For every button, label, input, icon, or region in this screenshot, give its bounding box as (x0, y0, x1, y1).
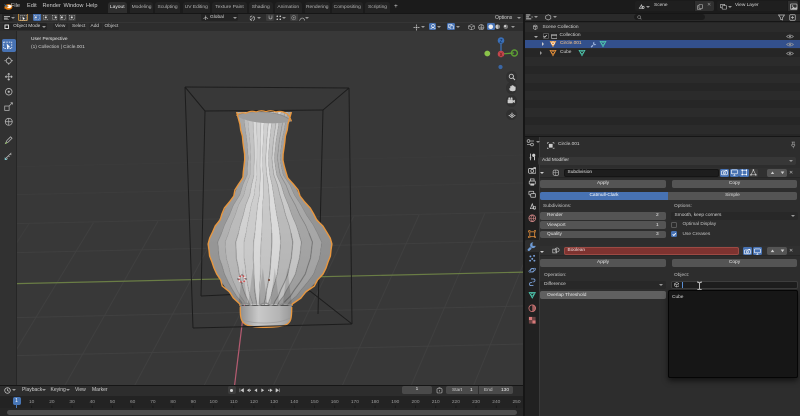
svg-text:60: 60 (130, 399, 136, 405)
svg-text:10: 10 (29, 399, 35, 405)
svg-text:210: 210 (432, 399, 440, 405)
svg-text:150: 150 (310, 399, 318, 405)
svg-text:70: 70 (150, 399, 156, 405)
svg-text:50: 50 (110, 399, 116, 405)
svg-text:190: 190 (391, 399, 399, 405)
svg-text:170: 170 (351, 399, 359, 405)
svg-text:160: 160 (331, 399, 339, 405)
svg-text:230: 230 (472, 399, 480, 405)
svg-text:120: 120 (250, 399, 258, 405)
svg-text:20: 20 (49, 399, 55, 405)
svg-text:80: 80 (170, 399, 176, 405)
svg-text:130: 130 (270, 399, 278, 405)
svg-text:Z: Z (499, 39, 502, 45)
svg-text:40: 40 (90, 399, 96, 405)
svg-text:90: 90 (191, 399, 197, 405)
svg-text:220: 220 (452, 399, 460, 405)
svg-text:240: 240 (492, 399, 500, 405)
svg-text:100: 100 (209, 399, 217, 405)
svg-text:250: 250 (512, 399, 520, 405)
svg-text:140: 140 (290, 399, 298, 405)
svg-text:200: 200 (411, 399, 419, 405)
svg-text:110: 110 (230, 399, 238, 405)
svg-text:30: 30 (69, 399, 75, 405)
svg-text:180: 180 (371, 399, 379, 405)
